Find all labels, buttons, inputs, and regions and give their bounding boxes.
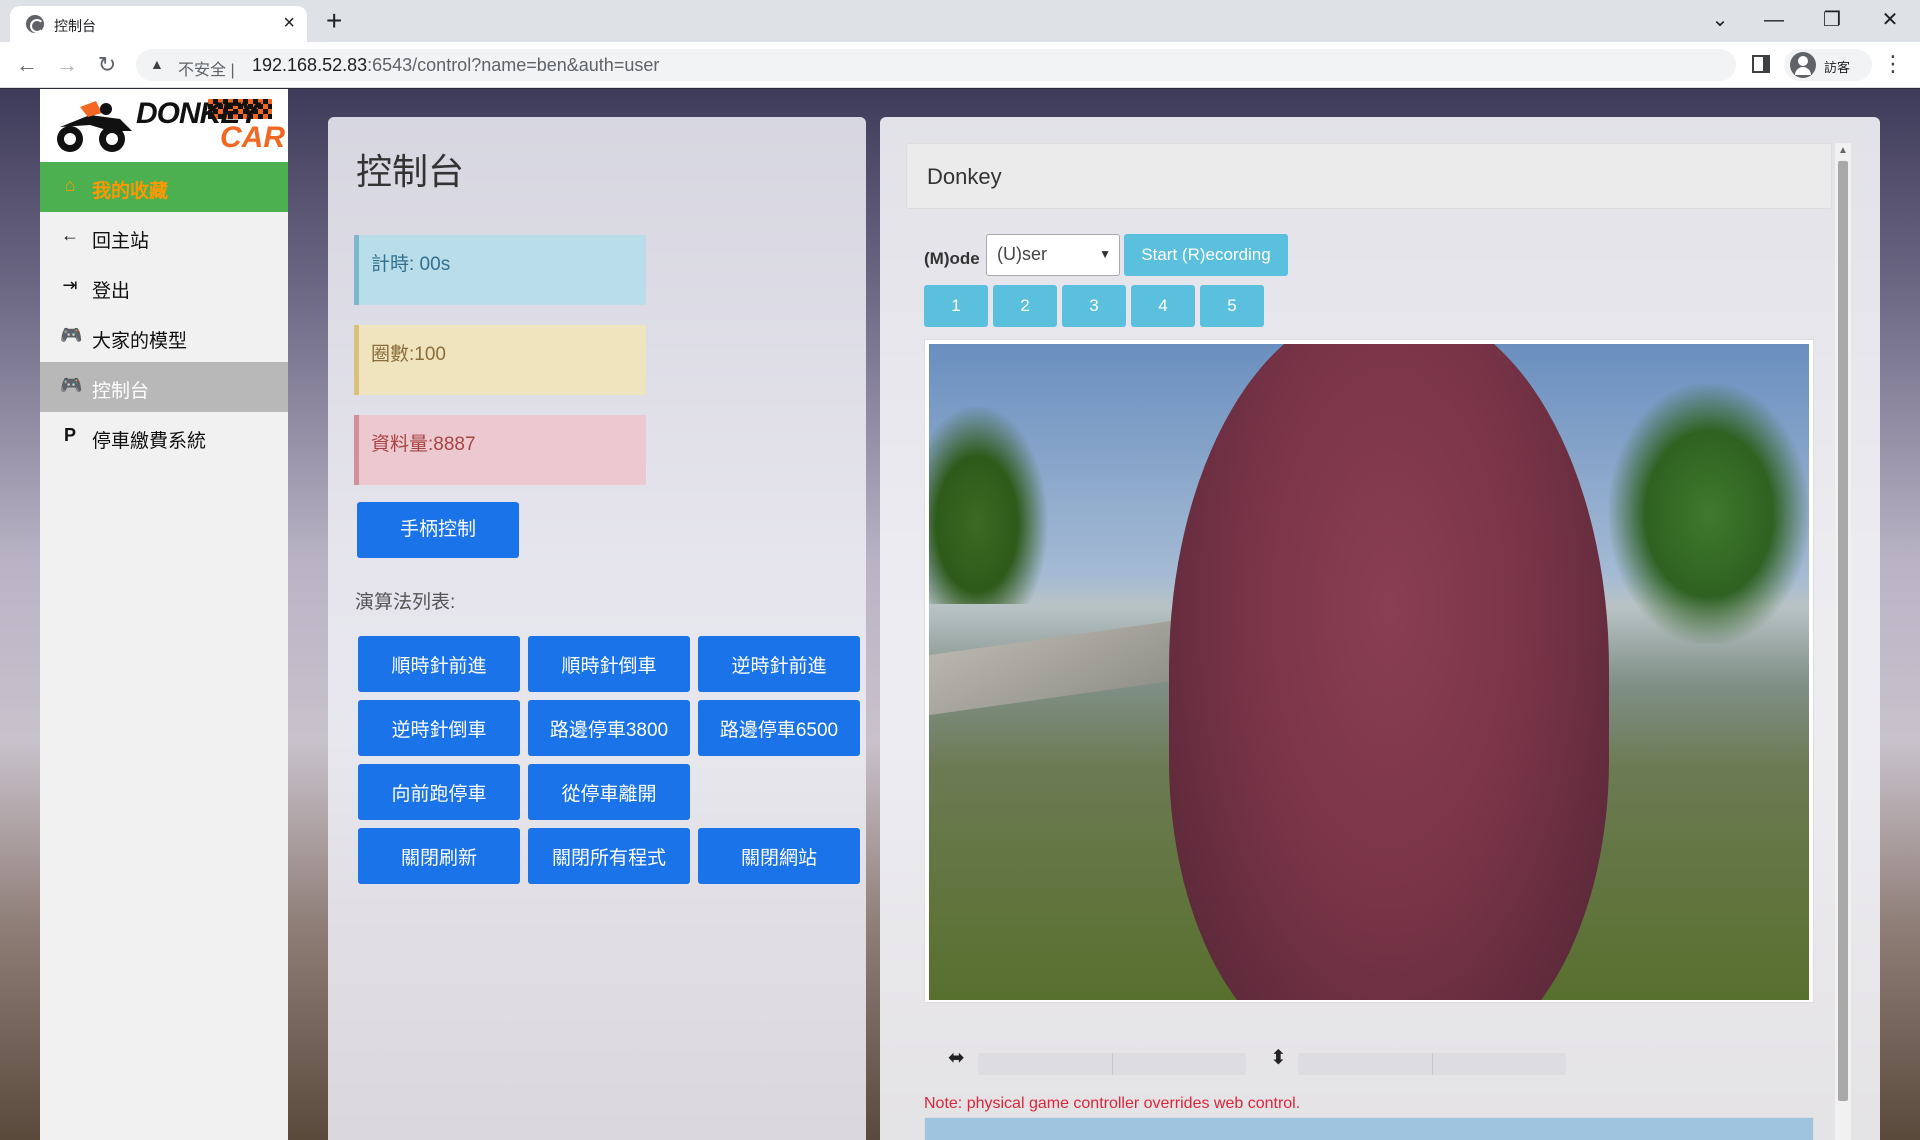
warning-icon[interactable]: ▲ [150, 56, 164, 72]
url-path: :6543/control?name=ben&auth=user [367, 55, 660, 75]
logout-icon: ⇥ [62, 275, 78, 295]
browser-toolbar: ← → ↻ ▲ 不安全 | 192.168.52.83:6543/control… [0, 42, 1920, 88]
throttle-icon: ⬍ [1270, 1047, 1287, 1069]
start-recording-button[interactable]: Start (R)ecording [1124, 234, 1288, 276]
preset-button-1[interactable]: 1 [924, 285, 988, 327]
algo-button-cw-reverse[interactable]: 順時針倒車 [528, 636, 690, 692]
donkey-panel-header: Donkey [906, 143, 1832, 209]
sidebar-item-main-site[interactable]: ← 回主站 [40, 212, 288, 262]
algo-button-forward-park[interactable]: 向前跑停車 [358, 764, 520, 820]
sidebar-item-label: 停車繳費系統 [92, 431, 207, 452]
browser-tab-bar: 控制台 × + ⌄ — ❐ ✕ [0, 0, 1920, 42]
new-tab-button[interactable]: + [326, 4, 342, 38]
control-panel: 控制台 計時: 00s 圈數:100 資料量:8887 手柄控制 演算法列表: … [328, 117, 866, 1140]
algo-button-cw-forward[interactable]: 順時針前進 [358, 636, 520, 692]
sidebar-item-label: 我的收藏 [92, 181, 169, 202]
mode-select-value: (U)ser [997, 244, 1047, 264]
algorithm-list-label: 演算法列表: [355, 592, 456, 613]
sidebar: DONKEY CAR ⌂ 我的收藏 ← 回主站 ⇥ 登出 🎮 大家的模型 🎮 控… [40, 89, 288, 1140]
gamepad-icon: 🎮 [60, 325, 83, 345]
steering-slider[interactable] [978, 1053, 1246, 1075]
gamepad-icon: 🎮 [60, 375, 83, 395]
side-panel-icon[interactable] [1752, 55, 1770, 73]
throttle-slider[interactable] [1298, 1053, 1566, 1075]
sidebar-item-models[interactable]: 🎮 大家的模型 [40, 312, 288, 362]
arrow-left-icon: ← [61, 225, 79, 245]
home-icon: ⌂ [64, 175, 76, 195]
data-count-display: 資料量:8887 [354, 415, 646, 485]
profile-label: 訪客 [1824, 60, 1851, 75]
preset-button-3[interactable]: 3 [1062, 285, 1126, 327]
secondary-feed-preview [924, 1117, 1814, 1140]
controller-note: Note: physical game controller overrides… [924, 1095, 1301, 1112]
camera-feed-image[interactable] [929, 344, 1809, 1000]
profile-button[interactable]: 訪客 [1784, 49, 1872, 81]
sidebar-item-label: 回主站 [92, 231, 150, 252]
sidebar-item-label: 登出 [92, 281, 131, 302]
algo-button-ccw-forward[interactable]: 逆時針前進 [698, 636, 860, 692]
mode-select[interactable]: (U)ser ▼ [986, 234, 1120, 276]
donkey-panel: Donkey ▲ (M)ode (U)ser ▼ Start (R)ecordi… [880, 117, 1880, 1140]
parking-icon: P [63, 425, 76, 445]
preset-button-5[interactable]: 5 [1200, 285, 1264, 327]
camera-obstruction [1169, 344, 1609, 1000]
sidebar-item-logout[interactable]: ⇥ 登出 [40, 262, 288, 312]
close-icon[interactable]: × [283, 12, 295, 34]
steering-icon: ⬌ [948, 1047, 965, 1069]
forward-icon[interactable]: → [52, 50, 82, 80]
laps-display: 圈數:100 [354, 325, 646, 395]
insecure-label[interactable]: 不安全 | [178, 56, 235, 80]
sidebar-item-parking[interactable]: P 停車繳費系統 [40, 412, 288, 462]
logo-text-car: CAR [220, 121, 285, 154]
algo-button-parallel-park-3800[interactable]: 路邊停車3800 [528, 700, 690, 756]
reload-icon[interactable]: ↻ [92, 50, 122, 80]
avatar-icon [1790, 52, 1816, 78]
algo-button-ccw-reverse[interactable]: 逆時針倒車 [358, 700, 520, 756]
panel-scrollbar[interactable]: ▲ [1835, 143, 1851, 1140]
restore-icon[interactable]: ❐ [1812, 6, 1852, 34]
camera-trees-left [929, 404, 1049, 604]
page-content: DONKEY CAR ⌂ 我的收藏 ← 回主站 ⇥ 登出 🎮 大家的模型 🎮 控… [0, 89, 1920, 1140]
scrollbar-thumb[interactable] [1838, 161, 1848, 1101]
camera-feed-frame[interactable] [924, 339, 1814, 1003]
timer-display: 計時: 00s [354, 235, 646, 305]
donkeycar-logo[interactable]: DONKEY CAR [40, 89, 288, 162]
scroll-up-icon[interactable]: ▲ [1838, 145, 1848, 156]
donkey-panel-title: Donkey [927, 164, 1002, 189]
sidebar-item-label: 大家的模型 [92, 331, 188, 352]
address-bar[interactable]: ▲ 不安全 | 192.168.52.83:6543/control?name=… [136, 49, 1736, 81]
sidebar-item-label: 控制台 [92, 381, 150, 402]
url-host: 192.168.52.83 [252, 55, 368, 75]
gamepad-control-button[interactable]: 手柄控制 [357, 502, 519, 558]
page-title: 控制台 [356, 151, 465, 192]
browser-tab[interactable]: 控制台 × [10, 6, 307, 42]
preset-button-4[interactable]: 4 [1131, 285, 1195, 327]
tab-search-icon[interactable]: ⌄ [1700, 6, 1740, 34]
window-close-icon[interactable]: ✕ [1870, 6, 1910, 34]
sidebar-item-favorites[interactable]: ⌂ 我的收藏 [40, 162, 288, 212]
back-icon[interactable]: ← [12, 50, 42, 80]
camera-trees-right [1609, 384, 1809, 644]
globe-icon [26, 15, 44, 33]
url-text[interactable]: 192.168.52.83:6543/control?name=ben&auth… [252, 55, 659, 76]
sidebar-item-control[interactable]: 🎮 控制台 [40, 362, 288, 412]
chevron-down-icon: ▼ [1099, 247, 1111, 261]
close-website-button[interactable]: 關閉網站 [698, 828, 860, 884]
tab-title: 控制台 [54, 18, 96, 34]
menu-icon[interactable]: ⋮ [1882, 50, 1904, 78]
close-all-programs-button[interactable]: 關閉所有程式 [528, 828, 690, 884]
algo-button-leave-parking[interactable]: 從停車離開 [528, 764, 690, 820]
minimize-icon[interactable]: — [1754, 6, 1794, 34]
motorbike-logo-icon [57, 101, 132, 152]
mode-label: (M)ode [924, 249, 980, 268]
algo-button-parallel-park-6500[interactable]: 路邊停車6500 [698, 700, 860, 756]
close-refresh-button[interactable]: 關閉刷新 [358, 828, 520, 884]
preset-button-2[interactable]: 2 [993, 285, 1057, 327]
